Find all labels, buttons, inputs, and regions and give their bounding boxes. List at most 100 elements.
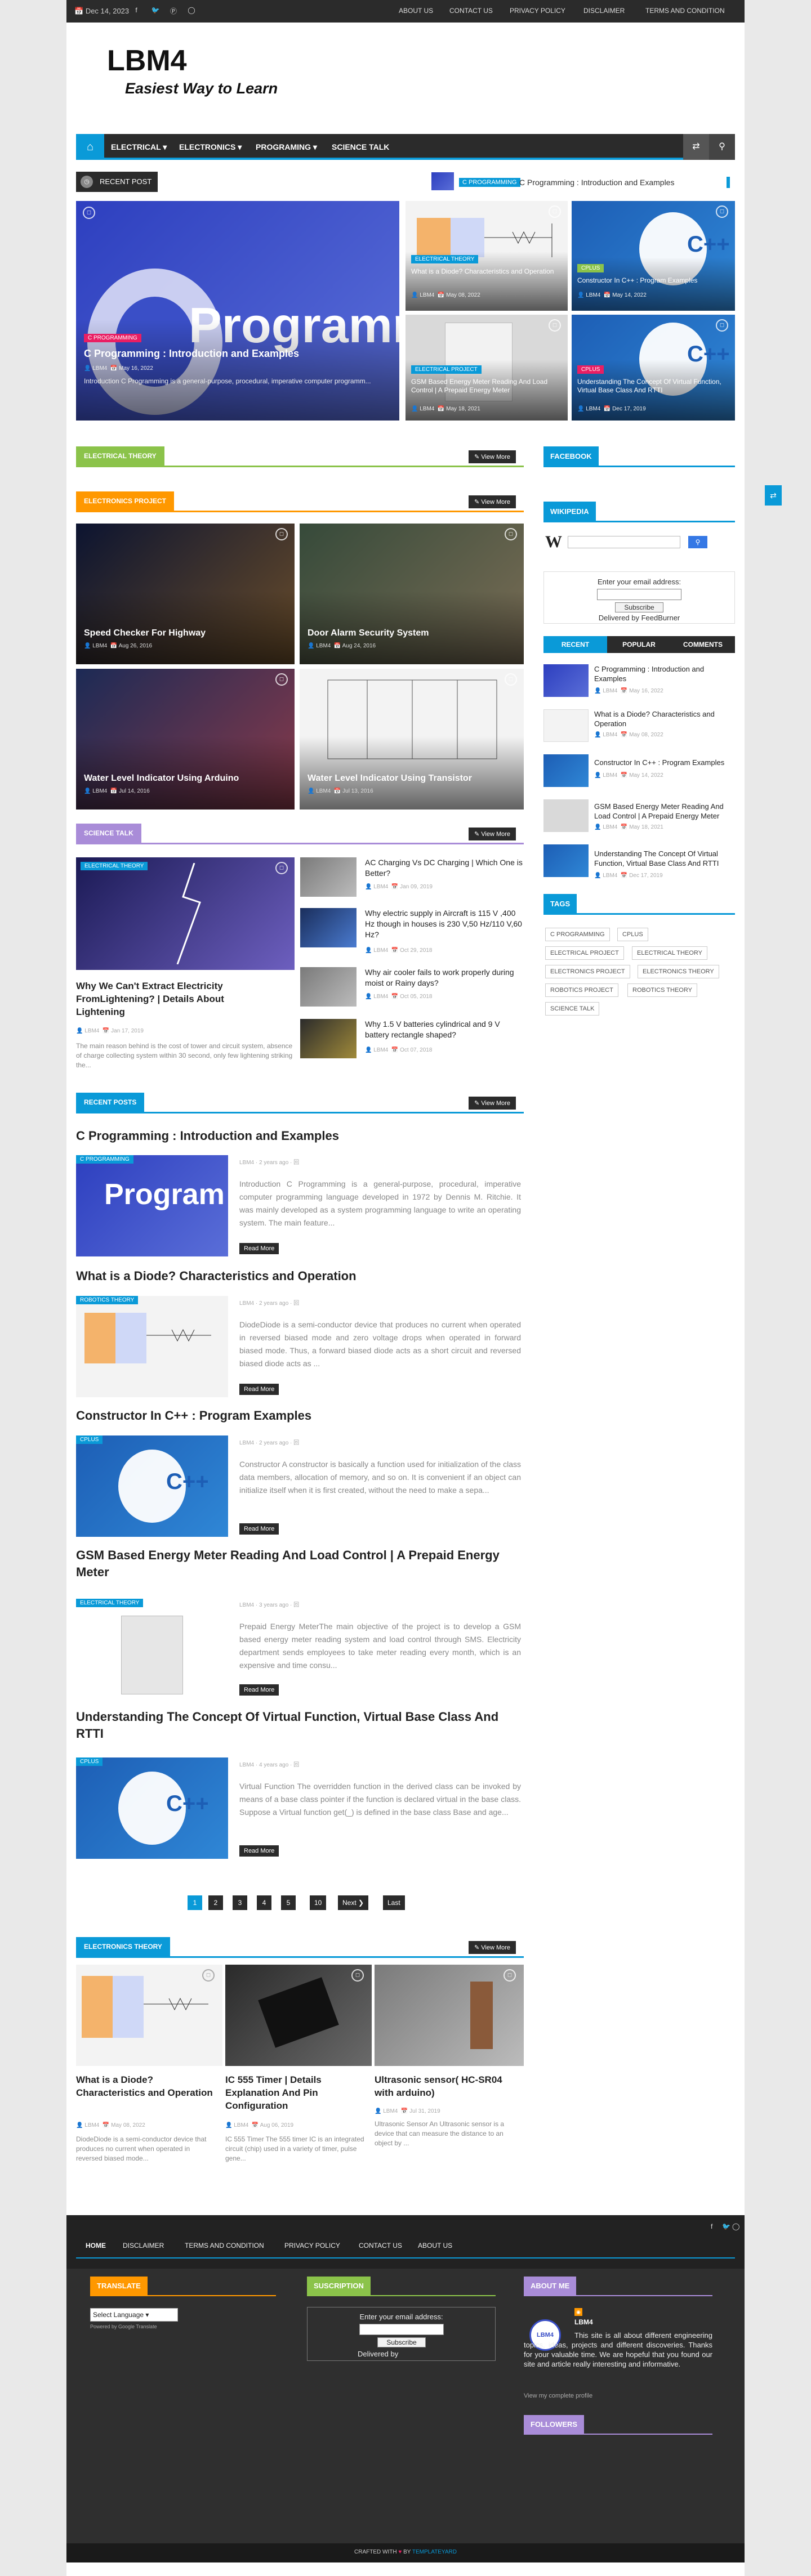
tag-robotics-theory[interactable]: ROBOTICS THEORY <box>627 983 697 997</box>
project-card-3[interactable]: ◻ Water Level Indicator Using Arduino 👤 … <box>76 669 295 810</box>
page-10[interactable]: 10 <box>310 1895 327 1910</box>
page-last[interactable]: Last <box>383 1895 405 1910</box>
expand-icon[interactable]: ◻ <box>503 1969 516 1982</box>
ticker-thumbnail[interactable] <box>431 172 454 190</box>
et-card-2-image[interactable]: ◻ <box>225 1965 372 2066</box>
sidebar-recent-thumb[interactable] <box>543 664 589 697</box>
nav-programing[interactable]: PROGRAMING ▾ <box>256 142 317 152</box>
small-3-title[interactable]: GSM Based Energy Meter Reading And Load … <box>411 378 560 395</box>
tag-science-talk[interactable]: SCIENCE TALK <box>545 1002 600 1016</box>
post-2-badge[interactable]: ROBOTICS THEORY <box>76 1296 139 1304</box>
section-electronics-theory[interactable]: ELECTRONICS THEORY <box>76 1937 170 1956</box>
tag-c-programming[interactable]: C PROGRAMMING <box>545 928 610 941</box>
nav-electrical[interactable]: ELECTRICAL ▾ <box>111 142 167 152</box>
section-science-talk[interactable]: SCIENCE TALK <box>76 824 141 843</box>
post-3-read-more[interactable]: Read More <box>239 1523 279 1535</box>
post-2-image[interactable]: ROBOTICS THEORY <box>76 1296 228 1397</box>
tag-electrical-project[interactable]: ELECTRICAL PROJECT <box>545 946 624 960</box>
language-select[interactable]: Select Language ▾ <box>90 2308 178 2322</box>
small-1-title[interactable]: What is a Diode? Characteristics and Ope… <box>411 267 558 276</box>
top-nav-terms[interactable]: TERMS AND CONDITION <box>645 7 725 15</box>
sidebar-recent-thumb[interactable] <box>543 799 589 832</box>
expand-icon[interactable]: ◻ <box>505 528 517 540</box>
expand-icon[interactable]: ◻ <box>716 205 728 218</box>
et-card-1-title[interactable]: What is a Diode? Characteristics and Ope… <box>76 2073 217 2099</box>
expand-icon[interactable]: ◻ <box>351 1969 364 1982</box>
footer-nav-disclaimer[interactable]: DISCLAIMER <box>123 2242 164 2249</box>
page-4[interactable]: 4 <box>257 1895 271 1910</box>
post-3-title[interactable]: Constructor In C++ : Program Examples <box>76 1407 521 1424</box>
footer-subscribe-button[interactable]: Subscribe <box>377 2337 426 2347</box>
tab-comments[interactable]: COMMENTS <box>671 636 735 653</box>
science-main-image[interactable]: ELECTRICAL THEORY ◻ <box>76 857 295 970</box>
section-recent-posts[interactable]: RECENT POSTS <box>76 1093 145 1112</box>
expand-icon[interactable]: ◻ <box>275 673 288 686</box>
pinterest-icon[interactable]: Ⓟ <box>169 6 178 15</box>
post-1-read-more[interactable]: Read More <box>239 1243 279 1254</box>
floating-share-icon[interactable]: ⇄ <box>765 485 782 506</box>
science-thumb-3[interactable] <box>300 967 357 1007</box>
instagram-icon[interactable]: ◯ <box>187 6 196 15</box>
ticker-badge[interactable]: C PROGRAMMING <box>459 178 520 187</box>
science-2-title[interactable]: Why electric supply in Aircraft is 115 V… <box>365 908 523 940</box>
rss-icon[interactable]: ◉ <box>574 2308 582 2316</box>
footer-nav-about[interactable]: ABOUT US <box>418 2242 452 2249</box>
sidebar-recent-3-title[interactable]: Constructor In C++ : Program Examples <box>594 758 735 767</box>
sidebar-recent-4-title[interactable]: GSM Based Energy Meter Reading And Load … <box>594 802 735 821</box>
sidebar-recent-thumb[interactable] <box>543 844 589 877</box>
featured-badge[interactable]: C PROGRAMMING <box>84 334 141 342</box>
post-2-read-more[interactable]: Read More <box>239 1384 279 1395</box>
post-1-title[interactable]: C Programming : Introduction and Example… <box>76 1128 521 1144</box>
expand-icon[interactable]: ◻ <box>549 319 561 332</box>
post-4-badge[interactable]: ELECTRICAL THEORY <box>76 1599 144 1607</box>
section-electrical-theory[interactable]: ELECTRICAL THEORY <box>76 446 164 466</box>
top-nav-contact[interactable]: CONTACT US <box>449 7 493 15</box>
sidebar-recent-2-title[interactable]: What is a Diode? Characteristics and Ope… <box>594 709 735 728</box>
post-4-title[interactable]: GSM Based Energy Meter Reading And Load … <box>76 1547 521 1581</box>
science-thumb-4[interactable] <box>300 1019 357 1058</box>
science-thumb-2[interactable] <box>300 908 357 947</box>
sidebar-recent-5-title[interactable]: Understanding The Concept Of Virtual Fun… <box>594 849 735 868</box>
tab-popular[interactable]: POPULAR <box>607 636 671 653</box>
footer-nav-terms[interactable]: TERMS AND CONDITION <box>185 2242 264 2249</box>
post-1-badge[interactable]: C PROGRAMMING <box>76 1155 133 1164</box>
feedburner-email-input[interactable] <box>597 589 681 600</box>
about-profile-link[interactable]: View my complete profile <box>524 2392 592 2399</box>
et-card-3-title[interactable]: Ultrasonic sensor( HC-SR04 with arduino) <box>375 2073 521 2099</box>
expand-icon[interactable]: ◻ <box>549 205 561 218</box>
post-1-image[interactable]: Program C PROGRAMMING <box>76 1155 228 1256</box>
featured-title[interactable]: C Programming : Introduction and Example… <box>84 348 299 359</box>
search-icon[interactable]: ⚲ <box>709 134 735 160</box>
twitter-icon[interactable]: 🐦 <box>151 6 160 15</box>
ticker-title[interactable]: C Programming : Introduction and Example… <box>519 178 674 187</box>
science-main-title[interactable]: Why We Can't Extract Electricity FromLig… <box>76 980 251 1018</box>
nav-electronics[interactable]: ELECTRONICS ▾ <box>179 142 242 152</box>
tag-robotics-project[interactable]: ROBOTICS PROJECT <box>545 983 618 997</box>
top-nav-about[interactable]: ABOUT US <box>399 7 433 15</box>
site-logo[interactable]: LBM4 <box>107 44 187 78</box>
science-4-title[interactable]: Why 1.5 V batteries cylindrical and 9 V … <box>365 1019 523 1040</box>
science-main-badge[interactable]: ELECTRICAL THEORY <box>81 862 148 870</box>
nav-science-talk[interactable]: SCIENCE TALK <box>332 142 389 151</box>
home-icon[interactable]: ⌂ <box>76 134 104 160</box>
post-5-title[interactable]: Understanding The Concept Of Virtual Fun… <box>76 1709 521 1742</box>
facebook-icon[interactable]: f <box>132 6 141 15</box>
post-3-badge[interactable]: CPLUS <box>76 1435 103 1444</box>
post-2-title[interactable]: What is a Diode? Characteristics and Ope… <box>76 1268 521 1285</box>
small-4-title[interactable]: Understanding The Concept Of Virtual Fun… <box>577 378 727 395</box>
view-more-button[interactable]: ✎ View More <box>469 828 516 840</box>
expand-icon[interactable]: ◻ <box>505 673 517 686</box>
top-nav-privacy[interactable]: PRIVACY POLICY <box>510 7 565 15</box>
shuffle-icon[interactable]: ⇄ <box>683 134 709 160</box>
sidebar-recent-thumb[interactable] <box>543 754 589 787</box>
page-3[interactable]: 3 <box>233 1895 247 1910</box>
small-1-badge[interactable]: ELECTRICAL THEORY <box>411 255 479 263</box>
featured-small-1[interactable]: ◻ ELECTRICAL THEORY What is a Diode? Cha… <box>406 201 568 311</box>
expand-icon[interactable]: ◻ <box>202 1969 215 1982</box>
footer-twitter-icon[interactable]: 🐦 <box>722 2222 730 2230</box>
science-3-title[interactable]: Why air cooler fails to work properly du… <box>365 967 523 989</box>
small-3-badge[interactable]: ELECTRICAL PROJECT <box>411 365 482 374</box>
tag-electronics-theory[interactable]: ELECTRONICS THEORY <box>638 965 719 978</box>
small-2-badge[interactable]: CPLUS <box>577 264 604 272</box>
featured-small-4[interactable]: C++ ◻ CPLUS Understanding The Concept Of… <box>572 315 735 421</box>
